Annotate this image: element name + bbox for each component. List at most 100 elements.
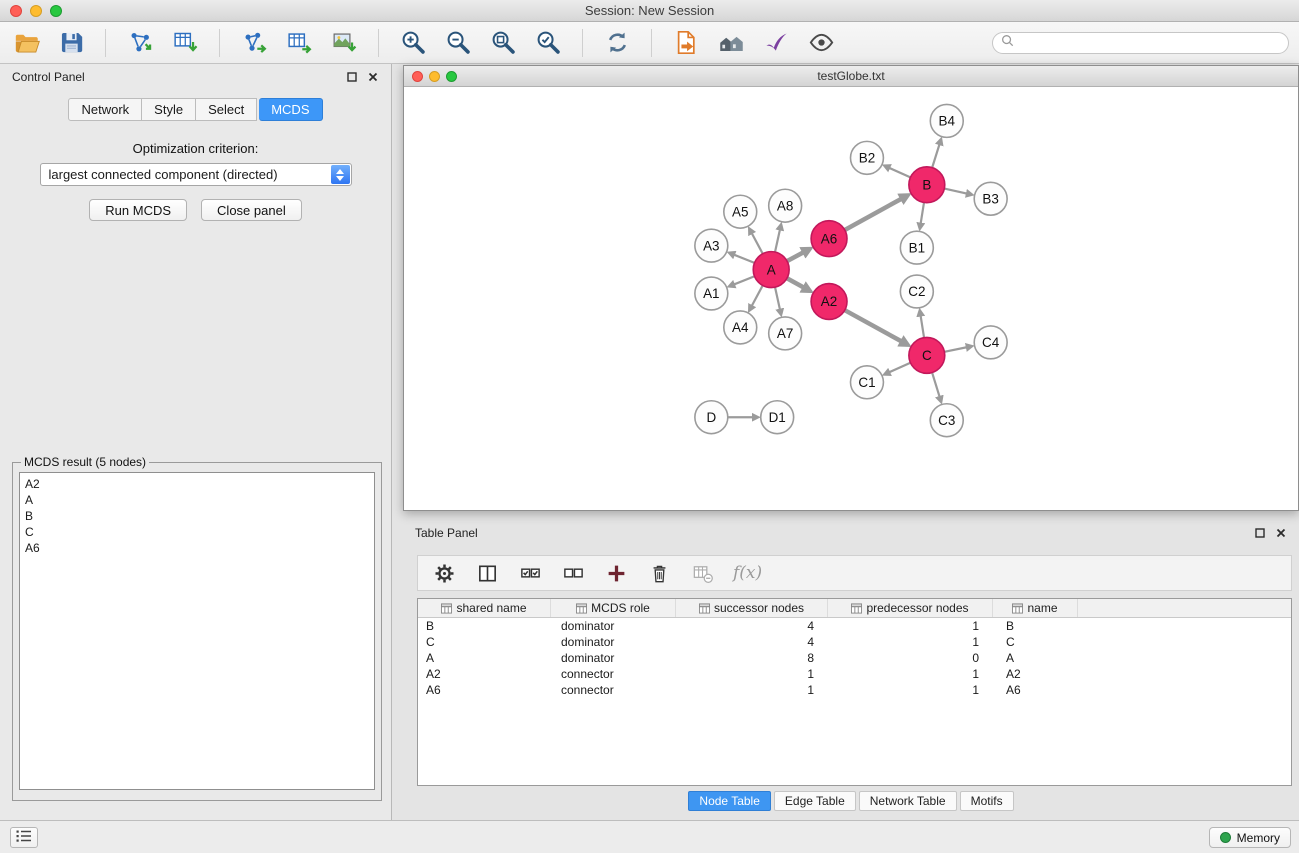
network-edge-A-A3[interactable] xyxy=(734,255,754,263)
style-check-icon[interactable] xyxy=(760,27,792,59)
float-table-panel-icon[interactable] xyxy=(1254,527,1266,539)
deselect-all-icon[interactable] xyxy=(561,561,585,585)
result-item[interactable]: A6 xyxy=(25,540,369,556)
network-edge-B-B1[interactable] xyxy=(921,203,924,224)
settings-icon[interactable] xyxy=(432,561,456,585)
network-node-C[interactable]: C xyxy=(909,337,945,373)
table-row[interactable]: A2connector11A2 xyxy=(418,666,1291,682)
network-node-B3[interactable]: B3 xyxy=(974,182,1007,215)
zoom-out-icon[interactable] xyxy=(442,27,474,59)
run-mcds-button[interactable]: Run MCDS xyxy=(89,199,187,221)
network-edge-C-C3[interactable] xyxy=(932,373,939,397)
network-edge-A-A7[interactable] xyxy=(775,287,780,309)
network-zoom-button[interactable] xyxy=(446,71,457,82)
float-panel-icon[interactable] xyxy=(346,71,358,83)
network-node-A5[interactable]: A5 xyxy=(724,195,757,228)
network-node-B2[interactable]: B2 xyxy=(851,141,884,174)
close-panel-icon[interactable] xyxy=(367,71,379,83)
network-edge-B-B2[interactable] xyxy=(889,168,910,178)
import-network-icon[interactable] xyxy=(124,27,156,59)
network-edge-A-A2[interactable] xyxy=(787,278,804,287)
result-item[interactable]: A2 xyxy=(25,476,369,492)
add-row-icon[interactable] xyxy=(604,561,628,585)
network-node-C3[interactable]: C3 xyxy=(930,404,963,437)
network-node-A1[interactable]: A1 xyxy=(695,277,728,310)
search-field[interactable] xyxy=(992,32,1289,54)
zoom-selected-icon[interactable] xyxy=(532,27,564,59)
zoom-in-icon[interactable] xyxy=(397,27,429,59)
tab-edge-table[interactable]: Edge Table xyxy=(774,791,856,811)
network-node-D1[interactable]: D1 xyxy=(761,401,794,434)
column-header-mcds-role[interactable]: MCDS role xyxy=(551,599,676,617)
network-node-A7[interactable]: A7 xyxy=(769,317,802,350)
network-close-button[interactable] xyxy=(412,71,423,82)
tab-style[interactable]: Style xyxy=(142,98,196,121)
network-edge-A2-C[interactable] xyxy=(845,310,902,341)
network-edge-C-C2[interactable] xyxy=(921,316,924,338)
home-icon[interactable] xyxy=(715,27,747,59)
network-edge-A-A8[interactable] xyxy=(775,230,780,252)
result-item[interactable]: A xyxy=(25,492,369,508)
network-node-A[interactable]: A xyxy=(753,252,789,288)
import-table-icon[interactable] xyxy=(169,27,201,59)
tab-node-table[interactable]: Node Table xyxy=(688,791,771,811)
save-session-icon[interactable] xyxy=(55,27,87,59)
network-edge-A-A6[interactable] xyxy=(787,252,804,261)
network-edge-B-B4[interactable] xyxy=(932,144,939,167)
network-minimize-button[interactable] xyxy=(429,71,440,82)
tab-network[interactable]: Network xyxy=(68,98,142,121)
panel-list-button[interactable] xyxy=(10,827,38,848)
snapshot-icon[interactable] xyxy=(670,27,702,59)
network-edge-B-B3[interactable] xyxy=(944,189,966,194)
table-row[interactable]: Adominator80A xyxy=(418,650,1291,666)
network-node-A6[interactable]: A6 xyxy=(811,221,847,257)
delete-row-icon[interactable] xyxy=(647,561,671,585)
show-details-icon[interactable] xyxy=(805,27,837,59)
network-edge-A-A5[interactable] xyxy=(752,233,763,253)
network-graph[interactable]: B4B2BB3A5A8A6B1A3AC2A1A2A4A7C4CC1C3DD1 xyxy=(404,87,1298,510)
refresh-icon[interactable] xyxy=(601,27,633,59)
function-builder-icon[interactable]: f(x) xyxy=(733,561,762,585)
select-all-icon[interactable] xyxy=(518,561,542,585)
column-header-shared-name[interactable]: shared name xyxy=(418,599,551,617)
mcds-result-list[interactable]: A2ABCA6 xyxy=(19,472,375,790)
result-item[interactable]: C xyxy=(25,524,369,540)
open-session-icon[interactable] xyxy=(10,27,42,59)
network-window-titlebar[interactable]: testGlobe.txt xyxy=(404,66,1298,87)
delete-table-icon[interactable] xyxy=(690,561,714,585)
network-node-C1[interactable]: C1 xyxy=(851,366,884,399)
network-node-B4[interactable]: B4 xyxy=(930,104,963,137)
network-edge-A6-B[interactable] xyxy=(845,199,902,230)
tab-motifs[interactable]: Motifs xyxy=(960,791,1014,811)
network-node-D[interactable]: D xyxy=(695,401,728,434)
optimization-criterion-select[interactable]: largest connected component (directed) xyxy=(40,163,352,186)
network-edge-C-C1[interactable] xyxy=(889,363,910,373)
table-row[interactable]: Bdominator41B xyxy=(418,618,1291,634)
export-image-icon[interactable] xyxy=(328,27,360,59)
network-node-A2[interactable]: A2 xyxy=(811,284,847,320)
network-node-A4[interactable]: A4 xyxy=(724,311,757,344)
tab-mcds[interactable]: MCDS xyxy=(259,98,322,121)
table-row[interactable]: Cdominator41C xyxy=(418,634,1291,650)
network-node-A8[interactable]: A8 xyxy=(769,189,802,222)
network-node-B[interactable]: B xyxy=(909,167,945,203)
network-node-B1[interactable]: B1 xyxy=(900,231,933,264)
table-row[interactable]: A6connector11A6 xyxy=(418,682,1291,698)
network-node-A3[interactable]: A3 xyxy=(695,229,728,262)
network-node-C4[interactable]: C4 xyxy=(974,326,1007,359)
network-edge-A-A4[interactable] xyxy=(752,285,763,305)
columns-icon[interactable] xyxy=(475,561,499,585)
search-input[interactable] xyxy=(1019,36,1280,50)
network-canvas[interactable]: B4B2BB3A5A8A6B1A3AC2A1A2A4A7C4CC1C3DD1 xyxy=(404,87,1298,510)
close-table-panel-icon[interactable] xyxy=(1275,527,1287,539)
tab-select[interactable]: Select xyxy=(196,98,257,121)
column-header-successor-nodes[interactable]: successor nodes xyxy=(676,599,828,617)
column-header-predecessor-nodes[interactable]: predecessor nodes xyxy=(828,599,993,617)
minimize-window-button[interactable] xyxy=(30,5,42,17)
close-window-button[interactable] xyxy=(10,5,22,17)
column-header-name[interactable]: name xyxy=(993,599,1078,617)
network-edge-A-A1[interactable] xyxy=(734,276,754,284)
zoom-window-button[interactable] xyxy=(50,5,62,17)
close-panel-button[interactable]: Close panel xyxy=(201,199,302,221)
zoom-fit-icon[interactable] xyxy=(487,27,519,59)
